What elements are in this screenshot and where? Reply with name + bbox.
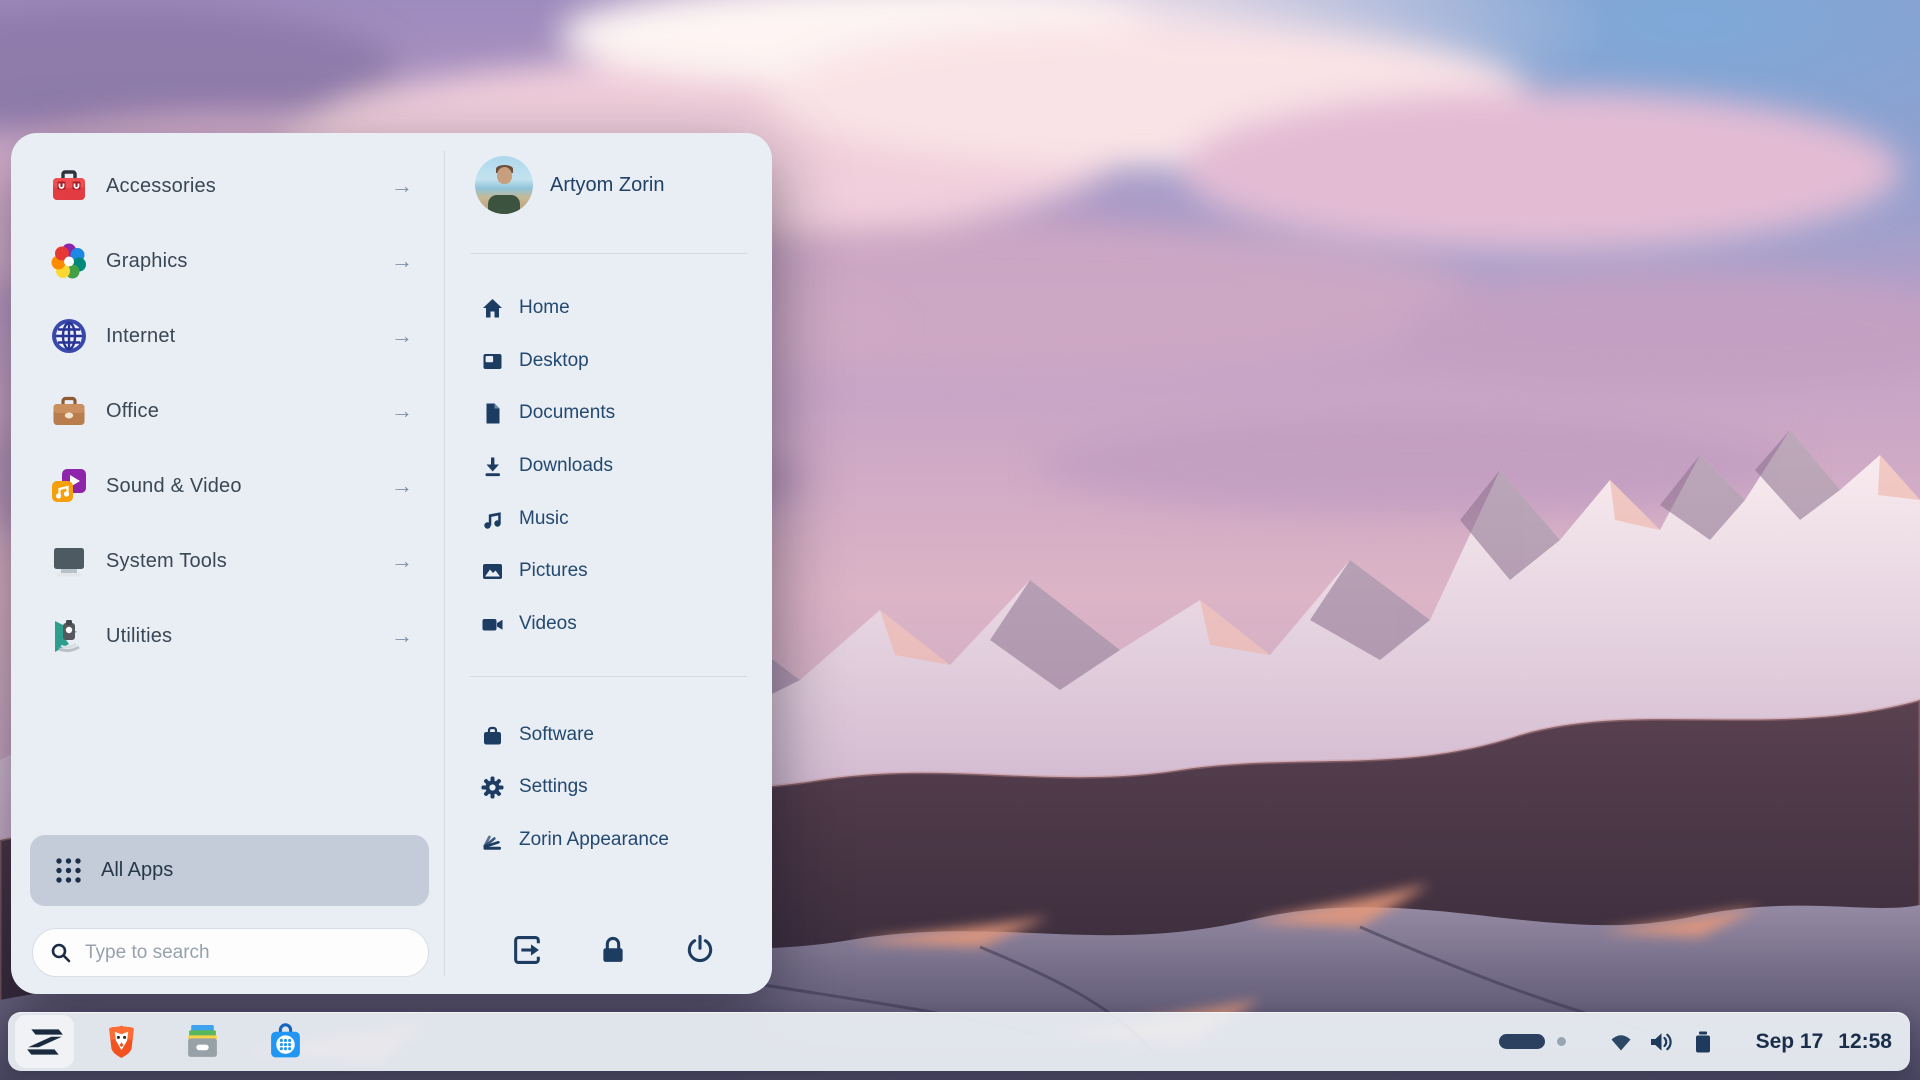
place-label: Videos [519,613,577,635]
document-icon [481,402,504,425]
system-tools-monitor-icon [49,541,89,581]
place-downloads[interactable]: Downloads [481,445,741,487]
category-label: System Tools [106,550,391,573]
apps-grid-icon [55,857,82,884]
search-icon [50,942,72,964]
software-store-icon[interactable] [267,1023,304,1060]
utilities-icon [49,616,89,656]
session-controls [444,929,772,973]
search-bar[interactable] [32,928,429,977]
all-apps-label: All Apps [101,859,173,882]
place-home[interactable]: Home [481,287,741,329]
taskbar: Sep 17 12:58 [8,1012,1910,1071]
appearance-fan-icon [481,829,504,852]
category-label: Accessories [106,175,391,198]
place-documents[interactable]: Documents [481,392,741,434]
brave-browser-icon[interactable] [103,1023,140,1060]
shortcut-settings[interactable]: Settings [481,766,741,808]
place-pictures[interactable]: Pictures [481,550,741,592]
category-office[interactable]: Office → [41,382,419,440]
menu-divider-top [470,253,747,254]
time-label: 12:58 [1838,1030,1892,1054]
file-manager-icon[interactable] [184,1023,221,1060]
zorin-menu-button[interactable] [15,1015,74,1068]
software-bag-icon [481,724,504,747]
category-label: Graphics [106,250,391,273]
category-label: Internet [106,325,391,348]
system-tray: Sep 17 12:58 [1499,1012,1892,1071]
menu-divider-vertical [444,151,445,976]
category-label: Sound & Video [106,475,391,498]
shortcut-label: Software [519,724,594,746]
power-icon[interactable] [683,933,717,967]
menu-divider-bottom [470,676,747,677]
category-graphics[interactable]: Graphics → [41,232,419,290]
category-label: Office [106,400,391,423]
place-desktop[interactable]: Desktop [481,340,741,382]
chevron-right-icon: → [391,173,413,199]
video-camera-icon [481,613,504,636]
chevron-right-icon: → [391,473,413,499]
graphics-pinwheel-icon [49,241,89,281]
music-icon [481,508,504,531]
accessories-toolbox-icon [49,166,89,206]
place-label: Downloads [519,455,613,477]
lock-icon[interactable] [596,933,630,967]
category-label: Utilities [106,625,391,648]
logout-icon[interactable] [510,933,544,967]
clock[interactable]: Sep 17 12:58 [1756,1030,1892,1054]
place-label: Documents [519,402,615,424]
workspace-indicator-dot[interactable] [1557,1037,1566,1046]
chevron-right-icon: → [391,623,413,649]
user-avatar [475,156,533,214]
place-videos[interactable]: Videos [481,603,741,645]
category-sound-video[interactable]: Sound & Video → [41,457,419,515]
shortcut-label: Zorin Appearance [519,829,669,851]
category-accessories[interactable]: Accessories → [41,157,419,215]
volume-icon[interactable] [1648,1029,1674,1055]
category-internet[interactable]: Internet → [41,307,419,365]
place-music[interactable]: Music [481,498,741,540]
chevron-right-icon: → [391,323,413,349]
shortcut-zorin-appearance[interactable]: Zorin Appearance [481,819,741,861]
home-icon [481,297,504,320]
place-label: Desktop [519,350,589,372]
chevron-right-icon: → [391,548,413,574]
wifi-icon[interactable] [1608,1029,1634,1055]
place-label: Music [519,508,569,530]
sound-video-icon [49,466,89,506]
shortcut-software[interactable]: Software [481,714,741,756]
search-input[interactable] [85,942,385,964]
gear-icon [481,776,504,799]
shortcut-label: Settings [519,776,588,798]
office-briefcase-icon [49,391,89,431]
picture-icon [481,560,504,583]
battery-icon[interactable] [1690,1029,1716,1055]
user-account[interactable]: Artyom Zorin [475,156,664,214]
download-icon [481,455,504,478]
desktop-icon [481,350,504,373]
place-label: Home [519,297,570,319]
date-label: Sep 17 [1756,1030,1824,1054]
internet-globe-icon [49,316,89,356]
zorin-logo-icon [25,1024,65,1060]
chevron-right-icon: → [391,398,413,424]
all-apps-button[interactable]: All Apps [30,835,429,906]
place-label: Pictures [519,560,588,582]
category-utilities[interactable]: Utilities → [41,607,419,665]
user-name: Artyom Zorin [550,174,664,197]
desktop: Accessories → Graphics → [0,0,1920,1080]
app-menu-panel: Accessories → Graphics → [11,133,772,994]
category-system-tools[interactable]: System Tools → [41,532,419,590]
workspace-indicator-active[interactable] [1499,1034,1545,1049]
chevron-right-icon: → [391,248,413,274]
